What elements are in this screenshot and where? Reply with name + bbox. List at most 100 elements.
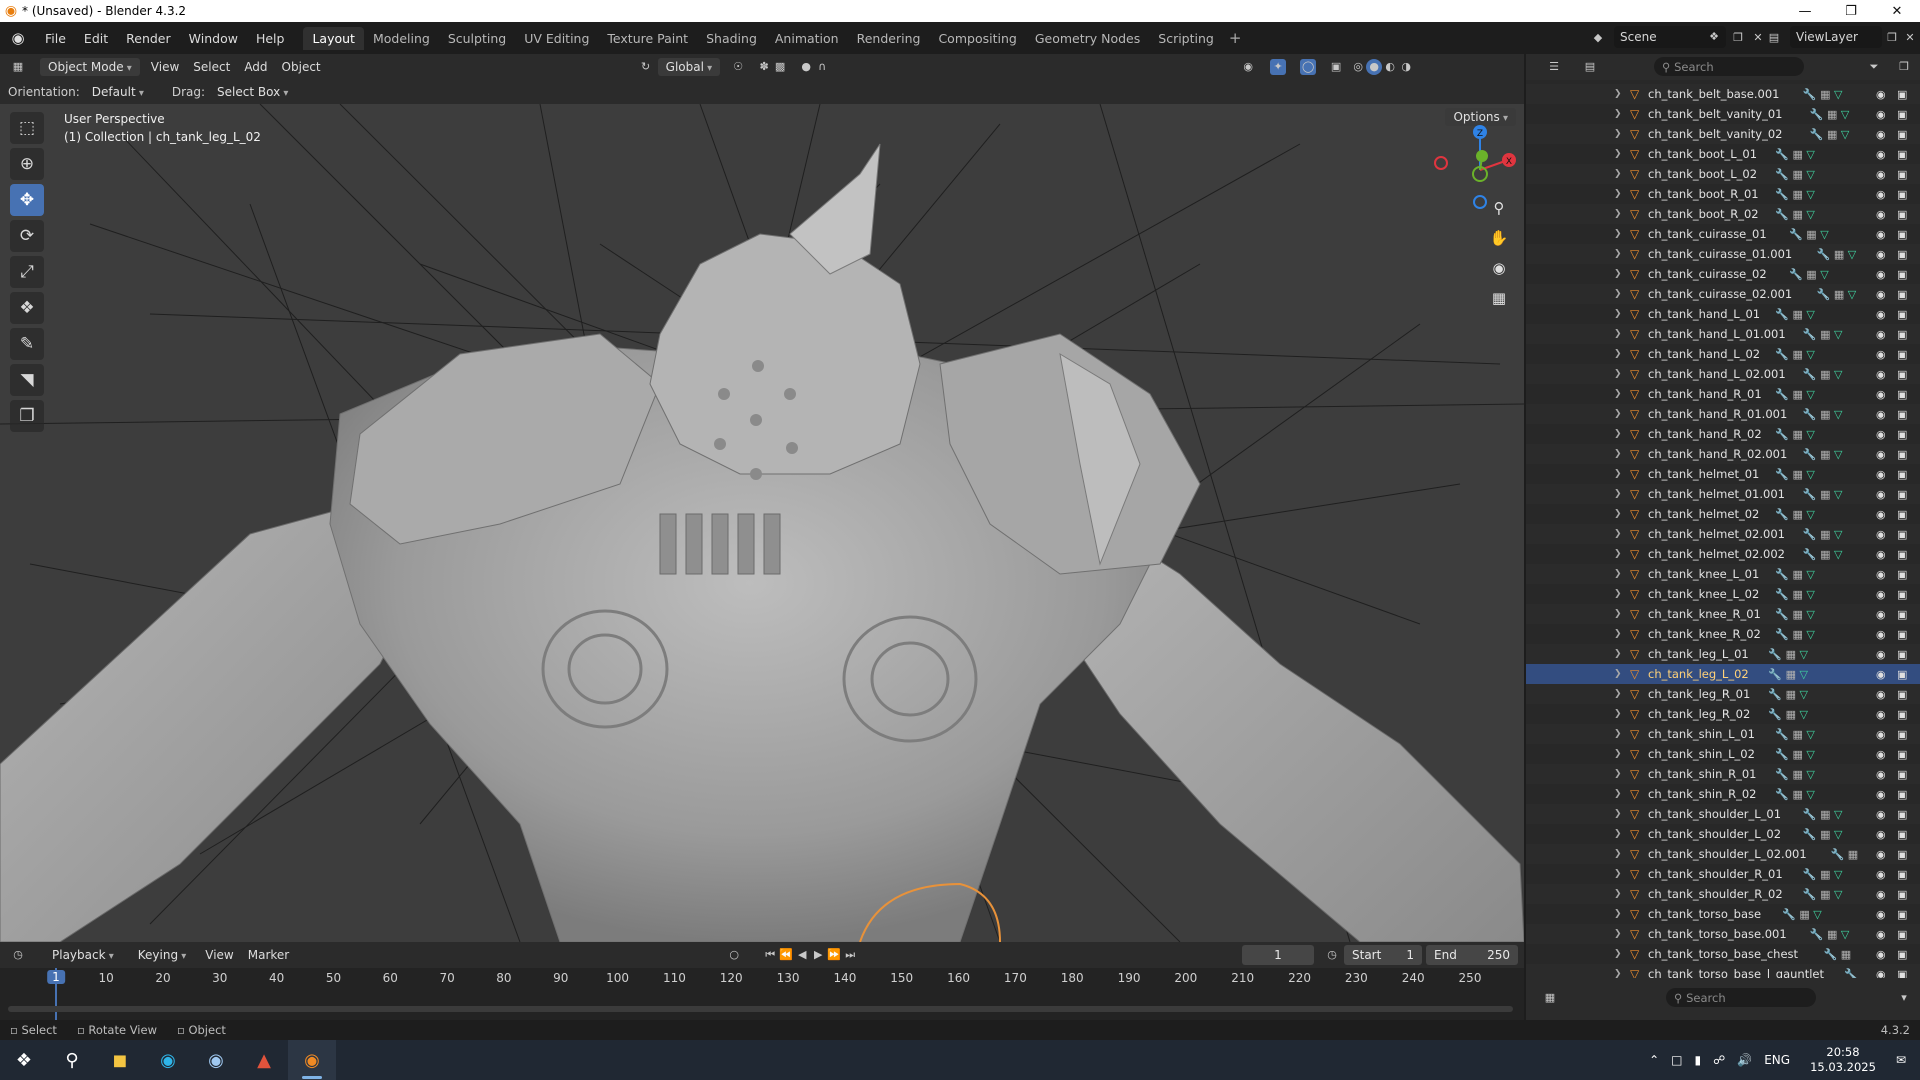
modifier-stack-icon[interactable]: ▦ <box>1820 868 1830 881</box>
render-camera-icon[interactable]: ▣ <box>1897 468 1907 481</box>
vertex-group-icon[interactable]: ▽ <box>1806 748 1814 761</box>
viewport-menu-view[interactable]: View <box>144 60 186 74</box>
render-camera-icon[interactable]: ▣ <box>1897 368 1907 381</box>
outliner-row[interactable]: ❯ ▽ ch_tank_knee_R_02 🔧 ▦ ▽ ◉ ▣ <box>1526 624 1920 644</box>
outliner-item-name[interactable]: ch_tank_shoulder_L_01 <box>1648 807 1781 821</box>
render-camera-icon[interactable]: ▣ <box>1897 608 1907 621</box>
modifier-wrench-icon[interactable]: 🔧 <box>1775 188 1789 201</box>
vertex-group-icon[interactable]: ▽ <box>1806 428 1814 441</box>
modifier-stack-icon[interactable]: ▦ <box>1820 888 1830 901</box>
modifier-stack-icon[interactable]: ▦ <box>1820 828 1830 841</box>
vertex-group-icon[interactable]: ▽ <box>1806 788 1814 801</box>
modifier-stack-icon[interactable]: ▦ <box>1793 428 1803 441</box>
render-camera-icon[interactable]: ▣ <box>1897 148 1907 161</box>
modifier-wrench-icon[interactable]: 🔧 <box>1789 268 1803 281</box>
visibility-eye-icon[interactable]: ◉ <box>1876 288 1886 301</box>
expand-chevron-icon[interactable]: ❯ <box>1614 869 1622 879</box>
visibility-eye-icon[interactable]: ◉ <box>1876 948 1886 961</box>
editor-type-icon[interactable]: ▦ <box>10 59 26 75</box>
modifier-stack-icon[interactable]: ▦ <box>1793 468 1803 481</box>
close-button[interactable]: ✕ <box>1874 0 1920 22</box>
vertex-group-icon[interactable]: ▽ <box>1806 148 1814 161</box>
render-camera-icon[interactable]: ▣ <box>1897 588 1907 601</box>
modifier-stack-icon[interactable]: ▦ <box>1820 548 1830 561</box>
modifier-stack-icon[interactable]: ▦ <box>1827 928 1837 941</box>
outliner-row[interactable]: ❯ ▽ ch_tank_knee_R_01 🔧 ▦ ▽ ◉ ▣ <box>1526 604 1920 624</box>
tab-animation[interactable]: Animation <box>766 27 848 50</box>
outliner-item-name[interactable]: ch_tank_hand_R_01 <box>1648 387 1762 401</box>
modifier-stack-icon[interactable]: ▦ <box>1820 368 1830 381</box>
expand-chevron-icon[interactable]: ❯ <box>1614 729 1622 739</box>
outliner-item-name[interactable]: ch_tank_torso_base_chest <box>1648 947 1798 961</box>
visibility-icon[interactable]: ◉ <box>1240 59 1256 75</box>
vertex-group-icon[interactable]: ▽ <box>1806 508 1814 521</box>
render-camera-icon[interactable]: ▣ <box>1897 448 1907 461</box>
tab-rendering[interactable]: Rendering <box>848 27 930 50</box>
render-camera-icon[interactable]: ▣ <box>1897 808 1907 821</box>
modifier-wrench-icon[interactable]: 🔧 <box>1775 168 1789 181</box>
timeline-editor-type-icon[interactable]: ◷ <box>10 947 26 963</box>
modifier-stack-icon[interactable]: ▦ <box>1793 308 1803 321</box>
render-camera-icon[interactable]: ▣ <box>1897 668 1907 681</box>
timeline-ruler[interactable]: 10 20 30 40 50 60 70 80 90 100 110 120 130 140 150 160 1… <box>0 968 1524 990</box>
outliner-row[interactable]: ❯ ▽ ch_tank_knee_L_01 🔧 ▦ ▽ ◉ ▣ <box>1526 564 1920 584</box>
display-mode-icon[interactable]: ▤ <box>1582 59 1598 75</box>
render-camera-icon[interactable]: ▣ <box>1897 348 1907 361</box>
language-indicator[interactable]: ENG <box>1758 1053 1796 1067</box>
overlay-toggle-icon[interactable]: ◯ <box>1300 59 1317 75</box>
tab-sculpting[interactable]: Sculpting <box>439 27 515 50</box>
viewport-menu-object[interactable]: Object <box>275 60 328 74</box>
render-camera-icon[interactable]: ▣ <box>1897 488 1907 501</box>
expand-chevron-icon[interactable]: ❯ <box>1614 449 1622 459</box>
outliner-row[interactable]: ❯ ▽ ch_tank_shoulder_L_02.001 🔧 ▦ ◉ ▣ <box>1526 844 1920 864</box>
modifier-wrench-icon[interactable]: 🔧 <box>1775 508 1789 521</box>
outliner-item-name[interactable]: ch_tank_belt_base.001 <box>1648 87 1779 101</box>
modifier-stack-icon[interactable]: ▦ <box>1820 528 1830 541</box>
expand-chevron-icon[interactable]: ❯ <box>1614 289 1622 299</box>
vertex-group-icon[interactable]: ▽ <box>1800 648 1808 661</box>
marker-menu[interactable]: Marker <box>241 948 296 962</box>
vertex-group-icon[interactable]: ▽ <box>1834 828 1842 841</box>
preview-range-icon[interactable]: ◷ <box>1324 947 1340 963</box>
outliner-row[interactable]: ❯ ▽ ch_tank_hand_R_01.001 🔧 ▦ ▽ ◉ ▣ <box>1526 404 1920 424</box>
modifier-wrench-icon[interactable]: 🔧 <box>1768 648 1782 661</box>
properties-search-input[interactable]: ⚲ Search <box>1666 988 1816 1007</box>
outliner-row[interactable]: ❯ ▽ ch_tank_knee_L_02 🔧 ▦ ▽ ◉ ▣ <box>1526 584 1920 604</box>
modifier-wrench-icon[interactable]: 🔧 <box>1789 228 1803 241</box>
xray-icon[interactable]: ▣ <box>1328 59 1344 75</box>
modifier-stack-icon[interactable]: ▦ <box>1793 588 1803 601</box>
vertex-group-icon[interactable]: ▽ <box>1834 888 1842 901</box>
tab-layout[interactable]: Layout <box>303 26 364 50</box>
minimize-button[interactable]: — <box>1782 0 1828 22</box>
drag-selector[interactable]: Select Box <box>209 83 296 101</box>
outliner-row[interactable]: ❯ ▽ ch_tank_leg_L_01 🔧 ▦ ▽ ◉ ▣ <box>1526 644 1920 664</box>
modifier-wrench-icon[interactable]: 🔧 <box>1775 348 1789 361</box>
visibility-eye-icon[interactable]: ◉ <box>1876 848 1886 861</box>
expand-chevron-icon[interactable]: ❯ <box>1614 509 1622 519</box>
vertex-group-icon[interactable]: ▽ <box>1834 368 1842 381</box>
render-camera-icon[interactable]: ▣ <box>1897 848 1907 861</box>
visibility-eye-icon[interactable]: ◉ <box>1876 328 1886 341</box>
render-camera-icon[interactable]: ▣ <box>1897 568 1907 581</box>
modifier-wrench-icon[interactable]: 🔧 <box>1775 608 1789 621</box>
expand-chevron-icon[interactable]: ❯ <box>1614 269 1622 279</box>
render-camera-icon[interactable]: ▣ <box>1897 388 1907 401</box>
timeline-scrollbar[interactable] <box>8 1006 1513 1012</box>
vertex-group-icon[interactable]: ▽ <box>1820 228 1828 241</box>
modifier-wrench-icon[interactable]: 🔧 <box>1810 108 1824 121</box>
modifier-wrench-icon[interactable]: 🔧 <box>1803 808 1817 821</box>
outliner-item-name[interactable]: ch_tank_shoulder_L_02 <box>1648 827 1781 841</box>
expand-chevron-icon[interactable]: ❯ <box>1614 969 1622 978</box>
outliner-item-name[interactable]: ch_tank_helmet_02 <box>1648 507 1759 521</box>
vertex-group-icon[interactable]: ▽ <box>1834 808 1842 821</box>
visibility-eye-icon[interactable]: ◉ <box>1876 728 1886 741</box>
vertex-group-icon[interactable]: ▽ <box>1806 208 1814 221</box>
outliner-row[interactable]: ❯ ▽ ch_tank_leg_L_02 🔧 ▦ ▽ ◉ ▣ <box>1526 664 1920 684</box>
windows-start-icon[interactable]: ❖ <box>0 1040 48 1080</box>
media-app-icon[interactable]: ▲ <box>240 1040 288 1080</box>
vertex-group-icon[interactable]: ▽ <box>1806 348 1814 361</box>
visibility-eye-icon[interactable]: ◉ <box>1876 908 1886 921</box>
visibility-eye-icon[interactable]: ◉ <box>1876 468 1886 481</box>
modifier-stack-icon[interactable]: ▦ <box>1806 268 1816 281</box>
expand-chevron-icon[interactable]: ❯ <box>1614 929 1622 939</box>
